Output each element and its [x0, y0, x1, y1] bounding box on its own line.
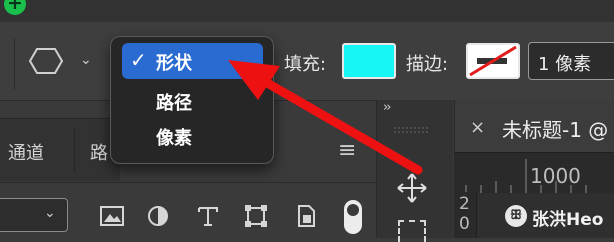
shape-filter-icon[interactable]	[242, 202, 270, 230]
hexagon-shape-icon[interactable]	[28, 46, 64, 76]
image-filter-icon[interactable]	[98, 202, 126, 230]
no-stroke-icon	[469, 45, 517, 77]
stroke-color-swatch[interactable]	[466, 43, 520, 79]
add-icon[interactable]: +	[4, 0, 26, 15]
smart-object-filter-icon[interactable]	[292, 202, 320, 230]
tab-channels[interactable]: 通道	[8, 139, 44, 165]
fill-label: 填充:	[284, 54, 327, 75]
blend-select[interactable]	[0, 198, 68, 232]
fill-color-swatch[interactable]	[342, 43, 396, 79]
panel-menu-icon[interactable]: ≡	[338, 138, 356, 163]
document-title[interactable]: 未标题-1 @	[502, 114, 608, 143]
close-tab-icon[interactable]: ×	[470, 117, 485, 138]
menu-item-shape-label[interactable]: 形状	[156, 49, 192, 75]
ruler-label: 1000	[530, 164, 581, 188]
chevron-down-icon[interactable]: ⌄	[44, 205, 56, 221]
stroke-width-value: 1 像素	[538, 54, 592, 75]
move-tool-icon[interactable]	[396, 172, 428, 204]
adjustment-filter-icon[interactable]	[144, 202, 172, 230]
menu-item-pixels[interactable]: 像素	[156, 124, 192, 150]
title-strip	[0, 0, 614, 22]
marquee-tool-icon[interactable]	[398, 220, 426, 242]
type-filter-icon[interactable]	[194, 202, 222, 230]
chevron-down-icon[interactable]: ⌄	[80, 52, 92, 68]
panel-grip-icon[interactable]	[394, 126, 430, 134]
tab-paths[interactable]: 路	[90, 139, 108, 165]
ruler-digit: 2	[459, 194, 470, 214]
collapse-panel-icon[interactable]: ››	[383, 100, 392, 115]
watermark-logo: ꕥ	[505, 205, 527, 227]
toggle-knob	[347, 204, 359, 216]
tab-divider	[74, 128, 75, 172]
menu-item-path[interactable]: 路径	[156, 89, 192, 115]
ruler-digit: 0	[459, 214, 470, 234]
tools-panel	[376, 100, 453, 238]
stroke-label: 描边:	[406, 54, 449, 75]
checkmark-icon: ✓	[130, 48, 147, 72]
options-divider	[14, 38, 15, 90]
watermark-text: 张洪Heo	[532, 210, 604, 230]
